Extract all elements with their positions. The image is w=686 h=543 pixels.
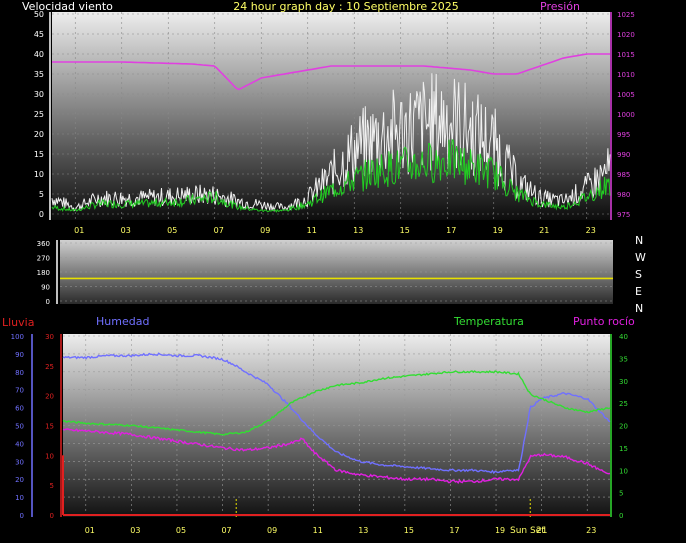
temperature-tick: 0 [619,512,623,520]
rain-label: Lluvia [2,316,34,329]
top-hour-tick: 09 [260,226,270,235]
dewpoint-label: Punto rocío [573,315,635,328]
rain-tick: 0 [50,512,54,520]
top-right-tick: 990 [617,151,630,159]
bottom-hour-tick: 19 [495,526,505,535]
top-plot-area [52,12,610,220]
top-left-tick: 45 [34,30,44,39]
humidity-tick: 10 [15,494,24,502]
top-hour-tick: 11 [307,226,317,235]
temperature-tick: 10 [619,467,628,475]
humidity-tick: 0 [20,512,24,520]
top-left-tick: 5 [39,190,44,199]
top-hour-tick: 15 [400,226,410,235]
top-left-tick: 0 [39,210,44,219]
humidity-tick: 100 [11,333,24,341]
bottom-hour-tick: 23 [586,526,596,535]
bottom-plot-area [63,334,610,517]
temperature-tick: 35 [619,355,628,363]
hour-21-label: 21 [536,526,547,536]
top-hour-tick: 23 [586,226,596,235]
humidity-tick: 40 [15,440,24,448]
top-left-tick: 25 [34,110,44,119]
humidity-tick: 90 [15,351,24,359]
temperature-tick: 25 [619,400,628,408]
weather-graph: Velocidad viento 24 hour graph day : 10 … [2,0,646,536]
top-left-tick: 10 [34,170,44,179]
top-left-tick: 20 [34,130,44,139]
top-left-tick: 50 [34,10,44,19]
temperature-tick: 15 [619,445,628,453]
rain-tick: 15 [45,423,54,431]
humidity-tick: 60 [15,405,24,413]
compass-letter: N [635,302,643,315]
bottom-hour-tick: 05 [176,526,186,535]
top-right-tick: 1000 [617,111,635,119]
top-hour-tick: 17 [446,226,456,235]
compass-letter: E [635,285,642,298]
humidity-tick: 70 [15,387,24,395]
top-right-tick: 1025 [617,11,635,19]
pressure-label: Presión [540,0,580,13]
top-left-tick: 30 [34,90,44,99]
direction-tick: 270 [37,255,50,263]
top-hour-tick: 21 [539,226,549,235]
top-hour-tick: 03 [121,226,131,235]
top-hour-tick: 07 [214,226,224,235]
top-right-tick: 1015 [617,51,635,59]
rain-tick: 10 [45,452,54,460]
chart-title: 24 hour graph day : 10 Septiembre 2025 [233,0,458,13]
top-hour-tick: 05 [167,226,177,235]
bottom-hour-tick: 07 [221,526,231,535]
top-right-tick: 1005 [617,91,635,99]
top-left-tick: 15 [34,150,44,159]
rain-tick: 5 [50,482,54,490]
top-hour-tick: 01 [74,226,84,235]
top-left-tick: 35 [34,70,44,79]
temperature-tick: 20 [619,423,628,431]
top-left-tick: 40 [34,50,44,59]
direction-tick: 360 [37,240,50,248]
top-right-tick: 980 [617,191,630,199]
top-right-tick: 995 [617,131,630,139]
humidity-tick: 80 [15,369,24,377]
humidity-tick: 50 [15,423,24,431]
bottom-hour-tick: 17 [449,526,459,535]
bottom-hour-tick: 09 [267,526,277,535]
bottom-hour-tick: 03 [130,526,140,535]
temperature-label: Temperatura [453,315,524,328]
top-right-tick: 985 [617,171,630,179]
compass-letter: W [635,251,646,264]
temperature-tick: 30 [619,378,628,386]
direction-tick: 90 [41,284,50,292]
temperature-tick: 40 [619,333,628,341]
top-hour-tick: 19 [493,226,503,235]
rain-tick: 30 [45,333,54,341]
bottom-hour-tick: 11 [313,526,323,535]
bottom-hour-tick: 01 [85,526,95,535]
bottom-hour-tick: 15 [404,526,414,535]
top-right-tick: 1010 [617,71,635,79]
top-right-tick: 1020 [617,31,635,39]
rain-tick: 20 [45,393,54,401]
humidity-label: Humedad [96,315,149,328]
compass-letter: N [635,234,643,247]
rain-tick: 25 [45,363,54,371]
temperature-tick: 5 [619,490,623,498]
compass-letter: S [635,268,642,281]
direction-tick: 180 [37,269,50,277]
humidity-tick: 30 [15,458,24,466]
bottom-hour-tick: 13 [358,526,368,535]
direction-tick: 0 [46,298,50,306]
top-right-tick: 975 [617,211,630,219]
humidity-tick: 20 [15,476,24,484]
top-hour-tick: 13 [353,226,363,235]
